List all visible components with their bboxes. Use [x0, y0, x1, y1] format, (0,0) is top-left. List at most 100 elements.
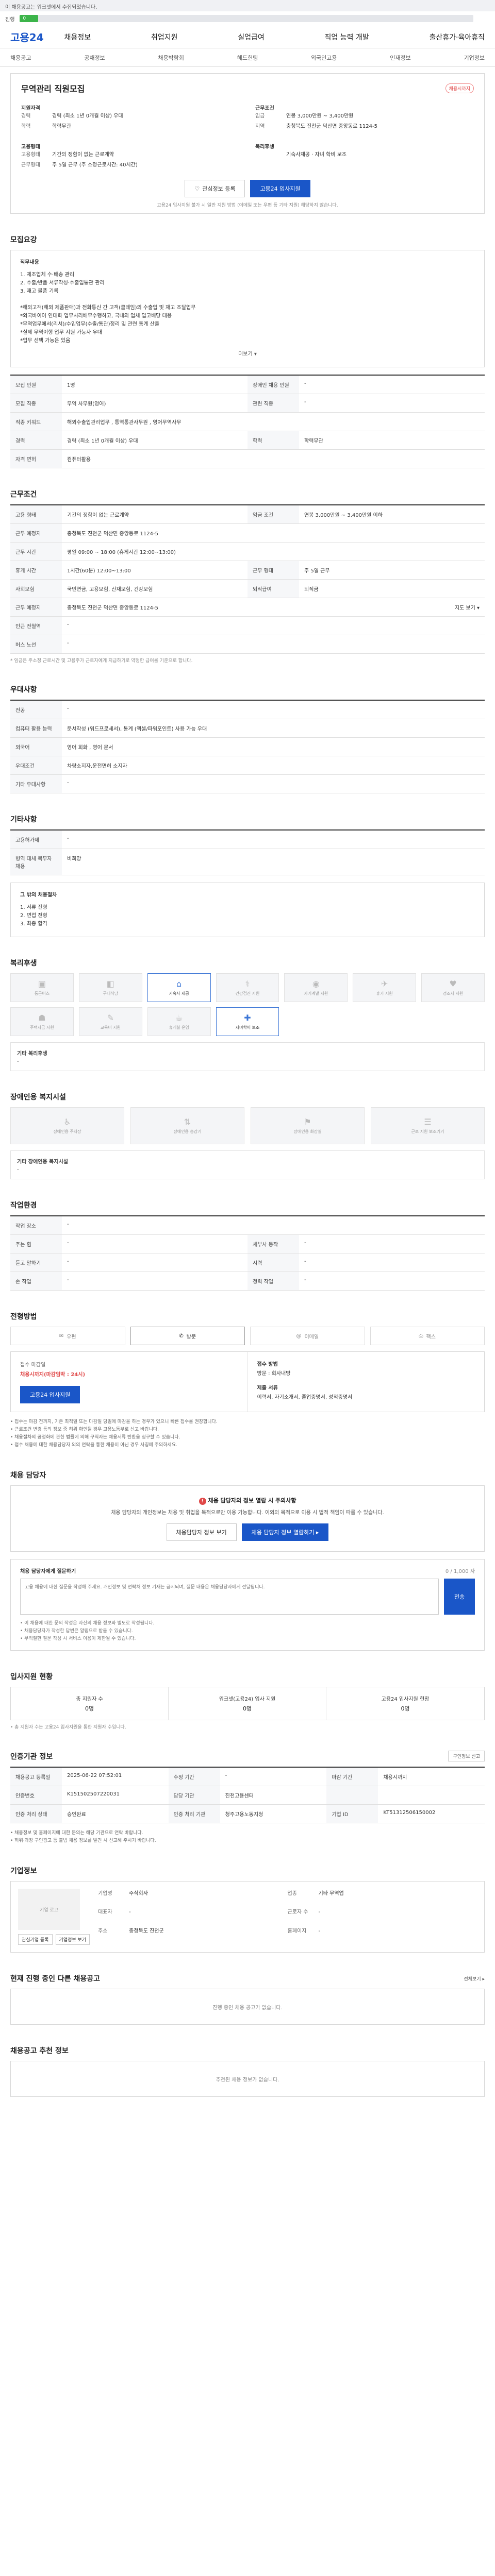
subnav-item[interactable]: 기업정보	[464, 54, 484, 62]
table-row: 인증 처리 상태 승인완료 인증 처리 기관 청주고용노동지청 기업 ID KT51312…	[10, 1805, 485, 1823]
table-row: 고용허가제 -	[10, 831, 485, 849]
summary-item: 임금 연봉 3,000만원 ~ 3,400만원	[255, 113, 354, 119]
method-label: 방문	[186, 1334, 196, 1340]
subnav-item[interactable]: 채용공고	[10, 54, 31, 62]
question-title: 채용 담당자에게 질문하기	[20, 1569, 76, 1574]
more-button[interactable]: 더보기 ▾	[20, 350, 475, 359]
welfare-item: ✚ 자녀학비 보조	[216, 1007, 279, 1036]
progress-row: 진행 0	[0, 11, 495, 26]
preference-table: 전공 - 컴퓨터 활용 능력 문서작성 (워드프로세서), 통계 (엑셀/파워포인트…	[10, 700, 485, 793]
table-row: 경력 경력 (최소 1년 0개월 이상) 우대 학력 학력무관	[10, 431, 485, 450]
summary-item: 학력 학력무관	[21, 124, 71, 129]
table-row: 컴퓨터 활용 능력 문서작성 (워드프로세서), 통계 (엑셀/파워포인트) 사용…	[10, 719, 485, 738]
nav-item[interactable]: 채용정보	[64, 32, 91, 42]
apply-methods: ✉ 우편 ✆ 방문 @ 이메일 ⎙ 팩스	[10, 1327, 485, 1345]
welfare-label: 휴가 지원	[376, 991, 393, 996]
table-row: 인근 전철역 -	[10, 617, 485, 635]
process-box: 그 밖의 채용절차 1. 서류 전형 2. 면접 전형 3. 최종 합격	[10, 883, 485, 937]
progress-bar: 0	[20, 15, 474, 22]
welfare-icon: ⚕	[245, 979, 250, 989]
disability-item: ☰ 근로 지원 보조기기	[371, 1107, 485, 1144]
welfare-label: 기숙사 제공	[169, 991, 189, 996]
summary-item: 기숙사제공 · 자녀 학비 보조	[286, 152, 347, 158]
subnav-item[interactable]: 인재정보	[390, 54, 410, 62]
status-heading: 입사지원 현황	[10, 1673, 53, 1681]
nav-item[interactable]: 출산휴가·육아휴직	[429, 32, 485, 42]
save-interest-button[interactable]: ♡ 관심정보 등록	[185, 180, 245, 197]
subnav-item[interactable]: 채용박람회	[158, 54, 184, 62]
apply-button-2[interactable]: 고용24 입사지원	[20, 1386, 80, 1403]
welfare-heading: 복리후생	[255, 144, 274, 150]
disability-free-text: 기타 장애인용 복지시설 -	[10, 1150, 485, 1179]
desc-line: 3. 재고 물품 기록	[20, 289, 59, 294]
subnav-item[interactable]: 헤드헌팅	[237, 54, 258, 62]
job-summary-card: 무역관리 직원모집 채용시까지 지원자격 경력 경력 (최소 1년 0개월 이상)…	[10, 73, 485, 214]
apply-notice: 고용24 입사지원 불가 시 일반 지원 방법 (이메일 또는 우편 등 기타 …	[157, 203, 338, 208]
process-line: 2. 면접 전형	[20, 913, 47, 919]
method-icon: ✆	[179, 1333, 184, 1339]
welfare-label: 주택자금 지원	[30, 1025, 54, 1030]
desc-line: 1. 제조업체 수·배송 관리	[20, 272, 75, 278]
report-button[interactable]: 구인정보 신고	[448, 1751, 485, 1761]
apply-button[interactable]: 고용24 입사지원	[250, 180, 310, 197]
collection-banner: 이 채용공고는 워크넷에서 수집되었습니다.	[0, 0, 495, 11]
status-cell: 총 지원자 수 0명	[11, 1687, 169, 1720]
subnav-item[interactable]: 공채정보	[84, 54, 105, 62]
send-button[interactable]: 전송	[444, 1579, 475, 1615]
question-notes: • 이 채용에 대한 문의 작성은 자신의 채용 정보와 별도로 작성됩니다. …	[20, 1621, 155, 1641]
recruit-heading: 모집요강	[10, 236, 37, 244]
nav-item[interactable]: 직업 능력 개발	[325, 32, 369, 42]
view-all-link[interactable]: 전체보기 ▸	[464, 1975, 485, 1982]
table-row: 사회보험 국민연금, 고용보험, 산재보험, 건강보험 퇴직급여 퇴직금	[10, 580, 485, 598]
site-logo[interactable]: 고용24	[10, 29, 44, 44]
desc-line	[20, 296, 475, 304]
company-interest-button[interactable]: 관심기업 등록	[18, 1934, 53, 1945]
nav-item[interactable]: 실업급여	[238, 32, 265, 42]
table-row: 우대조건 차량소지자,운전면허 소지자	[10, 756, 485, 775]
etc-table: 고용허가제 - 병역 대체 복무자 채용 비희망	[10, 829, 485, 875]
nav-item[interactable]: 취업지원	[151, 32, 178, 42]
summary-item: 근무형태 주 5일 근무 (주 소정근로시간: 40시간)	[21, 162, 138, 168]
desc-line: *무역업무에서(리서)/수입업무(수출/통관)정리 및 관련 통계 산출	[20, 321, 160, 327]
map-toggle-button[interactable]: 지도 보기 ▾	[438, 598, 485, 616]
welfare-item: ▣ 통근버스	[10, 973, 74, 1002]
recommend-empty: 추천된 채용 정보가 없습니다.	[10, 2061, 485, 2097]
welfare-grid: ▣ 통근버스 ◧ 구내식당 ⌂ 기숙사 제공 ⚕ 건강검진 지원 ◉ 자기계발 지원 ✈ 휴가 지원 ♥…	[10, 973, 485, 1036]
job-title: 무역관리 직원모집	[21, 84, 85, 94]
summary-item: 지역 충청북도 진천군 덕산면 중앙동로 1124-5	[255, 124, 377, 129]
subnav-item[interactable]: 외국인고용	[311, 54, 337, 62]
question-input[interactable]	[20, 1579, 439, 1615]
welfare-icon: ◉	[312, 979, 320, 989]
table-row: 모집 직종 무역 사무원(영어) 관련 직종 -	[10, 394, 485, 413]
status-note: • 총 지원자 수는 고용24 입사지원을 통한 지원자 수입니다.	[10, 1725, 126, 1730]
workenv-table: 작업 장소 - 주는 힘 - 세부사 동작 - 듣고 말하기 - 시력 - 손 작업 - 청력 작…	[10, 1215, 485, 1291]
table-row: 인증번호 K151502507220031 담당 기관 진천고용센터	[10, 1786, 485, 1805]
table-row: 손 작업 - 청력 작업 -	[10, 1272, 485, 1291]
welfare-icon: ◧	[106, 979, 114, 989]
summary-item: 고용형태 기간의 정함이 없는 근로계약	[21, 152, 114, 158]
welfare-icon: ✈	[381, 979, 388, 989]
progress-label: 진행	[5, 16, 15, 23]
table-row: 근무 예정지 충청북도 진천군 덕산면 중앙동로 1124-5	[10, 524, 485, 543]
etc-heading: 기타사항	[10, 816, 37, 824]
method-icon: @	[296, 1333, 302, 1339]
table-row: 버스 노선 -	[10, 635, 485, 654]
welfare-item: ✈ 휴가 지원	[353, 973, 417, 1002]
welfare-label: 건강검진 지원	[235, 991, 260, 996]
table-row: 자격 면허 컴퓨터활용	[10, 450, 485, 468]
welfare-item: ◉ 자기계발 지원	[284, 973, 348, 1002]
apply-line: 제출 서류	[257, 1385, 278, 1391]
welfare-item: ⚕ 건강검진 지원	[216, 973, 279, 1002]
summary-item: 경력 경력 (최소 1년 0개월 이상) 우대	[21, 113, 123, 119]
process-line: 3. 최종 합격	[20, 921, 47, 927]
open-manager-button[interactable]: 채용 담당자 정보 열람하기 ▸	[241, 1523, 329, 1541]
desc-line: *업무 선택 가능은 있음	[20, 338, 71, 344]
preference-heading: 우대사항	[10, 686, 37, 694]
method-icon: ⎙	[419, 1333, 423, 1339]
view-manager-button[interactable]: 채용담당자 정보 보기	[166, 1523, 237, 1541]
posting-heading: 인증기관 정보	[10, 1752, 53, 1761]
welfare-label: 경조사 지원	[442, 991, 464, 996]
company-info-button[interactable]: 기업정보 보기	[55, 1934, 90, 1945]
site-header: 고용24 채용정보 취업지원 실업급여 직업 능력 개발 출산휴가·육아휴직	[0, 26, 495, 48]
disability-label: 근로 지원 보조기기	[411, 1129, 444, 1134]
